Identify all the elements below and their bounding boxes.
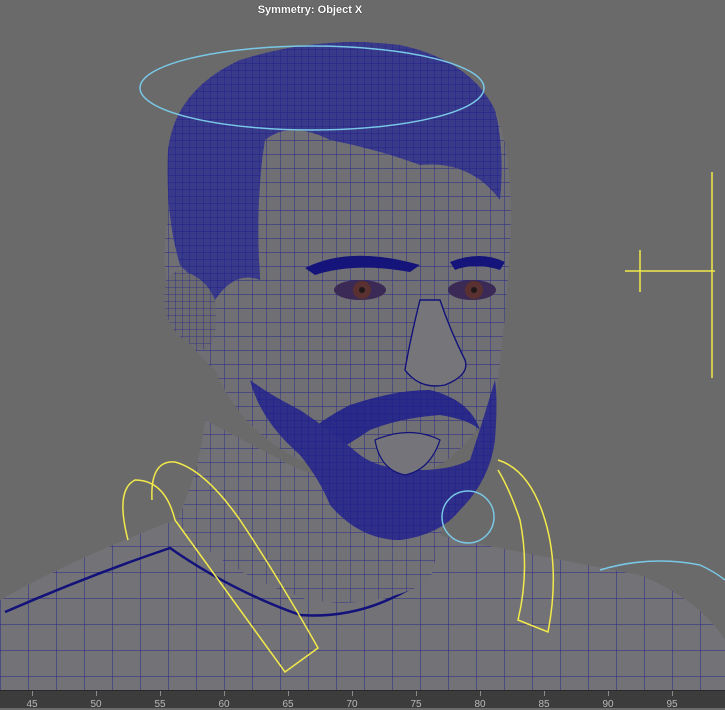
timeline-tick <box>160 691 161 696</box>
timeline-tick-label: 70 <box>346 699 358 710</box>
timeline-tick <box>608 691 609 696</box>
timeline-tick-label: 65 <box>282 699 294 710</box>
timeline-tick-label: 45 <box>26 699 38 710</box>
timeline-tick <box>224 691 225 696</box>
timeline-tick <box>544 691 545 696</box>
timeline-tick-label: 75 <box>410 699 422 710</box>
locator-cross[interactable] <box>625 172 715 378</box>
head-model-wireframe[interactable] <box>0 0 725 690</box>
time-slider[interactable]: 45 50 55 60 65 70 75 80 85 90 95 <box>0 690 725 710</box>
timeline-tick <box>672 691 673 696</box>
timeline-tick-label: 80 <box>474 699 486 710</box>
timeline-tick-label: 50 <box>90 699 102 710</box>
symmetry-status-label: Symmetry: Object X <box>257 4 363 16</box>
timeline-tick-label: 60 <box>218 699 230 710</box>
timeline-tick-label: 95 <box>666 699 678 710</box>
maya-viewport[interactable]: Symmetry: Object X <box>0 0 725 690</box>
right-eye <box>448 280 496 300</box>
timeline-tick <box>416 691 417 696</box>
timeline-tick <box>96 691 97 696</box>
timeline-tick <box>480 691 481 696</box>
timeline-tick-label: 90 <box>602 699 614 710</box>
timeline-tick-label: 55 <box>154 699 166 710</box>
left-eye <box>334 280 386 300</box>
timeline-tick <box>352 691 353 696</box>
timeline-tick <box>288 691 289 696</box>
timeline-tick-label: 85 <box>538 699 550 710</box>
timeline-tick <box>32 691 33 696</box>
